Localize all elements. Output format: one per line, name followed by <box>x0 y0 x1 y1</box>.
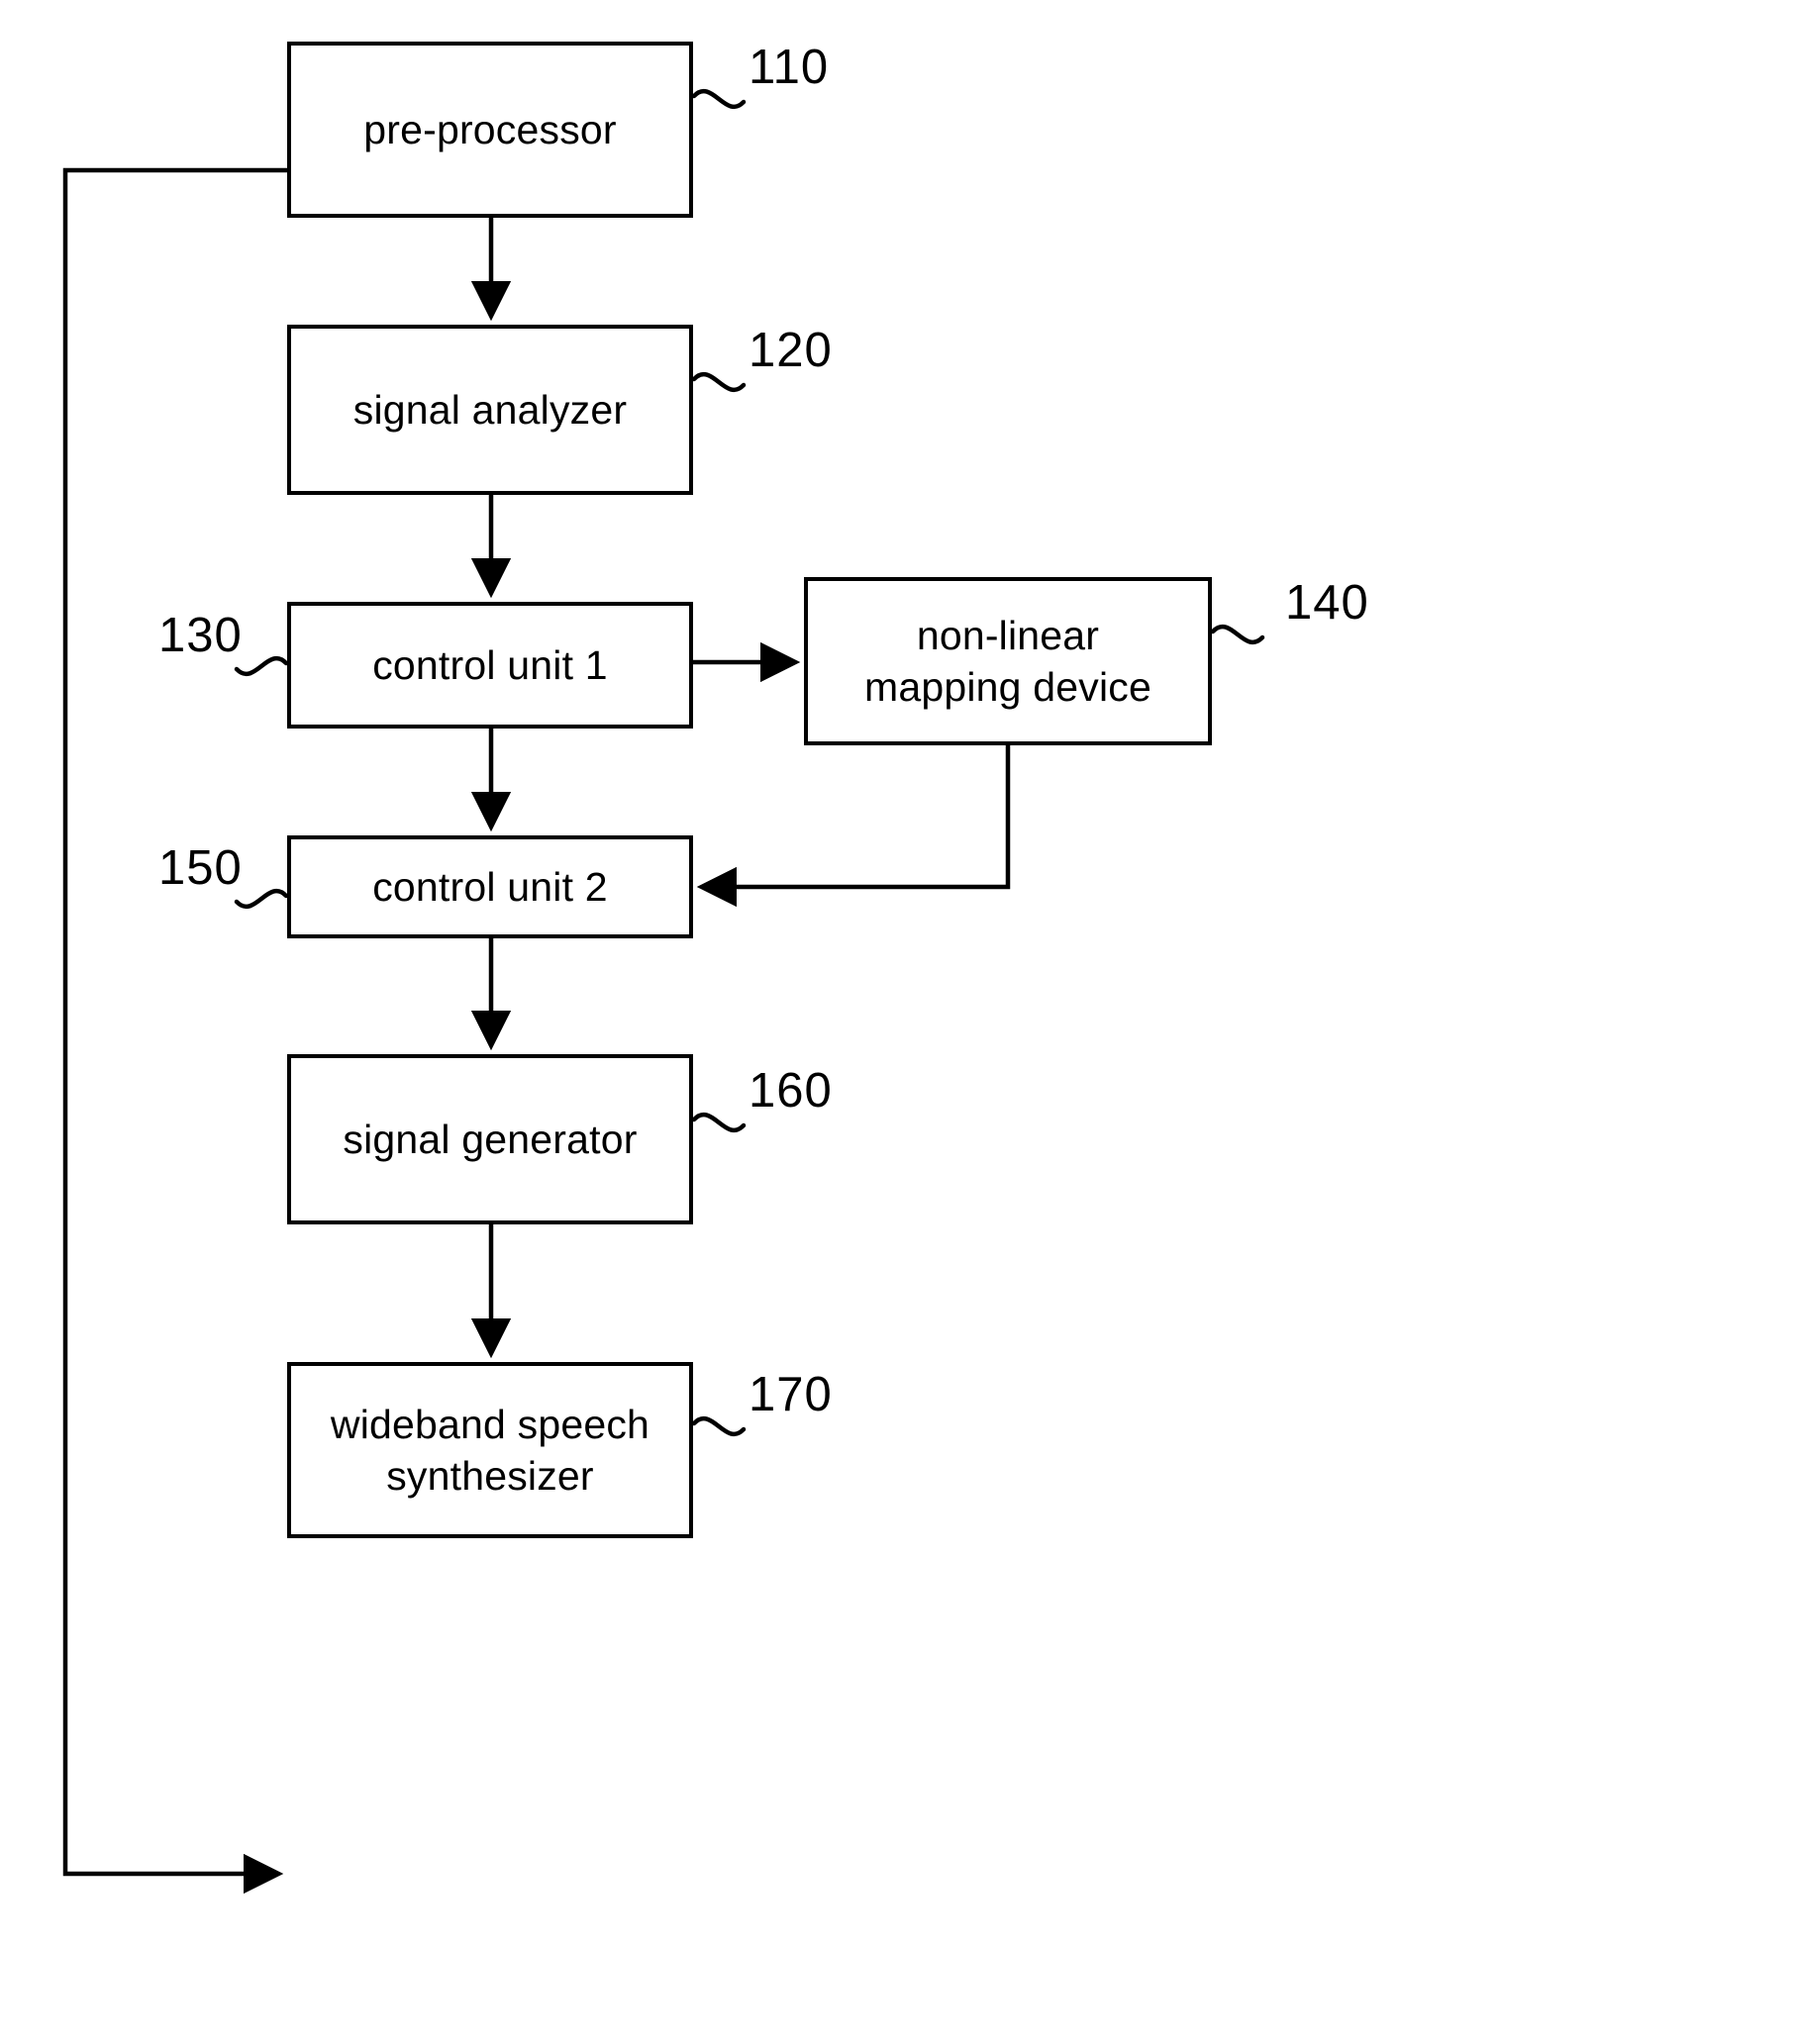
block-control-unit-2[interactable]: control unit 2 <box>287 835 693 938</box>
block-label-signal-generator: signal generator <box>343 1116 638 1162</box>
leader-line-130 <box>234 655 289 677</box>
block-label-non-linear-mapping-device: non-linear mapping device <box>864 612 1151 710</box>
block-signal-generator[interactable]: signal generator <box>287 1054 693 1224</box>
reference-numeral-120: 120 <box>749 324 833 377</box>
connector-110-feedback-to-170 <box>62 167 287 1895</box>
reference-numeral-130: 130 <box>158 609 243 662</box>
leader-line-170 <box>691 1415 747 1437</box>
reference-numeral-160: 160 <box>749 1064 833 1118</box>
block-label-pre-processor: pre-processor <box>363 106 617 152</box>
block-control-unit-1[interactable]: control unit 1 <box>287 602 693 729</box>
leader-line-150 <box>234 888 289 910</box>
reference-numeral-150: 150 <box>158 841 243 895</box>
leader-line-140 <box>1210 624 1265 645</box>
block-wideband-speech-synthesizer[interactable]: wideband speech synthesizer <box>287 1362 693 1538</box>
block-non-linear-mapping-device[interactable]: non-linear mapping device <box>804 577 1212 745</box>
block-signal-analyzer[interactable]: signal analyzer <box>287 325 693 495</box>
block-label-control-unit-2: control unit 2 <box>372 863 608 910</box>
reference-numeral-170: 170 <box>749 1368 833 1421</box>
reference-numeral-140: 140 <box>1285 576 1369 630</box>
leader-line-110 <box>691 88 747 110</box>
connector-layer <box>62 88 1265 1895</box>
leader-line-120 <box>691 371 747 393</box>
leader-line-160 <box>691 1112 747 1133</box>
block-diagram-figure: pre-processor signal analyzer control un… <box>0 0 1800 2044</box>
block-label-wideband-speech-synthesizer: wideband speech synthesizer <box>330 1401 650 1499</box>
connector-140-to-150 <box>696 745 1011 908</box>
reference-numeral-110: 110 <box>749 41 830 94</box>
block-pre-processor[interactable]: pre-processor <box>287 42 693 218</box>
block-label-signal-analyzer: signal analyzer <box>352 386 628 433</box>
block-label-control-unit-1: control unit 1 <box>372 641 608 688</box>
